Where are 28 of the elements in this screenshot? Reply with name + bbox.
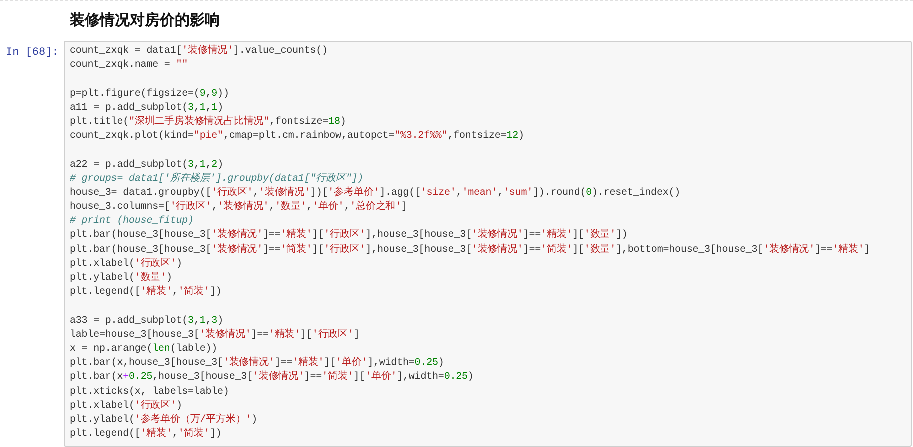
section-heading: 装修情况对房价的影响 <box>70 11 221 31</box>
code-line: # groups= data1['所在楼层'].groupby(data1["行政区"]) <box>70 172 365 186</box>
code-line: plt.xticks(x, labels=lable) <box>70 386 230 400</box>
code-line: plt.legend(['精装','简装']) <box>70 286 223 300</box>
code-line: plt.xlabel('行政区') <box>70 258 184 272</box>
code-line: # print (house_fitup) <box>70 215 195 230</box>
code-line: plt.legend(['精装','简装']) <box>70 428 223 442</box>
code-line: a11 = p.add_subplot(3,1,1) <box>70 102 224 116</box>
code-editor[interactable] <box>64 41 912 447</box>
code-line: house_3= data1.groupby(['行政区','装修情况'])['参考单价'].agg(['size','mean','sum']).round(0).reset_index() <box>70 186 682 200</box>
code-line: plt.bar(x+0.25,house_3[house_3['装修情况']=='简装']['单价'],width=0.25) <box>70 371 475 386</box>
code-line: p=plt.figure(figsize=(9,9)) <box>70 88 230 102</box>
code-line: count_zxqk.name = "" <box>70 59 190 74</box>
code-line: count_zxqk = data1['装修情况'].value_counts() <box>70 45 329 59</box>
code-line: a22 = p.add_subplot(3,1,2) <box>70 158 224 172</box>
code-line: a33 = p.add_subplot(3,1,3) <box>70 314 224 328</box>
code-line: lable=house_3[house_3['装修情况']=='精装']['行政区'] <box>70 328 361 343</box>
code-line: plt.bar(house_3[house_3['装修情况']=='精装']['行政区'],house_3[house_3['装修情况']=='精装']['数量']) <box>70 229 629 244</box>
code-line: plt.bar(x,house_3[house_3['装修情况']=='精装']['单价'],width=0.25) <box>70 357 446 370</box>
code-line: house_3.columns=['行政区','装修情况','数量','单价','总价之和'] <box>70 201 408 216</box>
cell-prompt: In [68]: <box>5 46 60 61</box>
code-line: plt.xlabel('行政区') <box>70 400 184 414</box>
code-line: plt.ylabel('数量') <box>70 272 174 286</box>
code-line: count_zxqk.plot(kind="pie",cmap=plt.cm.rainbow,autopct="%3.2f%%",fontsize=12) <box>70 130 526 144</box>
code-line: plt.bar(house_3[house_3['装修情况']=='简装']['行政区'],house_3[house_3['装修情况']=='简装']['数量'],bottom=house_3[house_3['装修情况']=='精装'] <box>70 244 872 258</box>
code-line: x = np.arange(len(lable)) <box>70 342 219 357</box>
code-line: plt.title("深圳二手房装修情况占比情况",fontsize=18) <box>70 116 348 130</box>
code-line: plt.ylabel('参考单价（万/平方米）') <box>70 414 259 428</box>
